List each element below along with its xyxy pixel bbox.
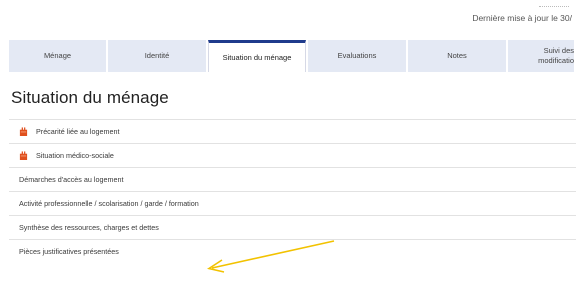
top-divider bbox=[539, 6, 569, 9]
section-label: Pièces justificatives présentées bbox=[19, 247, 119, 256]
section-label: Activité professionnelle / scolarisation… bbox=[19, 199, 199, 208]
warning-icon bbox=[19, 127, 28, 136]
tab-label: Evaluations bbox=[337, 51, 377, 60]
tab-label: Identité bbox=[144, 51, 170, 60]
tab-situation-du-menage[interactable]: Situation du ménage bbox=[208, 40, 306, 72]
section-pieces-justificatives[interactable]: Pièces justificatives présentées bbox=[9, 239, 576, 263]
section-demarches-acces-logement[interactable]: Démarches d'accès au logement bbox=[9, 167, 576, 191]
tab-notes[interactable]: Notes bbox=[408, 40, 506, 72]
last-update-text: Dernière mise à jour le 30/ bbox=[472, 13, 572, 23]
tab-suivi-des-modifications[interactable]: Suivi des modificatio bbox=[508, 40, 574, 72]
section-synthese-ressources[interactable]: Synthèse des ressources, charges et dett… bbox=[9, 215, 576, 239]
tab-evaluations[interactable]: Evaluations bbox=[308, 40, 406, 72]
tab-label: Ménage bbox=[43, 51, 72, 60]
tab-label: Suivi des modificatio bbox=[538, 46, 574, 65]
warning-icon bbox=[19, 151, 28, 160]
section-label: Précarité liée au logement bbox=[36, 127, 120, 136]
section-label: Situation médico-sociale bbox=[36, 151, 114, 160]
tab-label: Notes bbox=[447, 51, 467, 60]
page-title: Situation du ménage bbox=[11, 88, 169, 107]
tab-menage[interactable]: Ménage bbox=[9, 40, 106, 72]
section-label: Démarches d'accès au logement bbox=[19, 175, 124, 184]
tab-identite[interactable]: Identité bbox=[108, 40, 206, 72]
section-list: Précarité liée au logement Situation méd… bbox=[9, 119, 576, 263]
section-activite-professionnelle[interactable]: Activité professionnelle / scolarisation… bbox=[9, 191, 576, 215]
tab-label: Situation du ménage bbox=[222, 52, 292, 62]
section-label: Synthèse des ressources, charges et dett… bbox=[19, 223, 159, 232]
section-precarite-logement[interactable]: Précarité liée au logement bbox=[9, 119, 576, 143]
section-situation-medico-sociale[interactable]: Situation médico-sociale bbox=[9, 143, 576, 167]
tab-bar: Ménage Identité Situation du ménage Eval… bbox=[9, 40, 576, 72]
